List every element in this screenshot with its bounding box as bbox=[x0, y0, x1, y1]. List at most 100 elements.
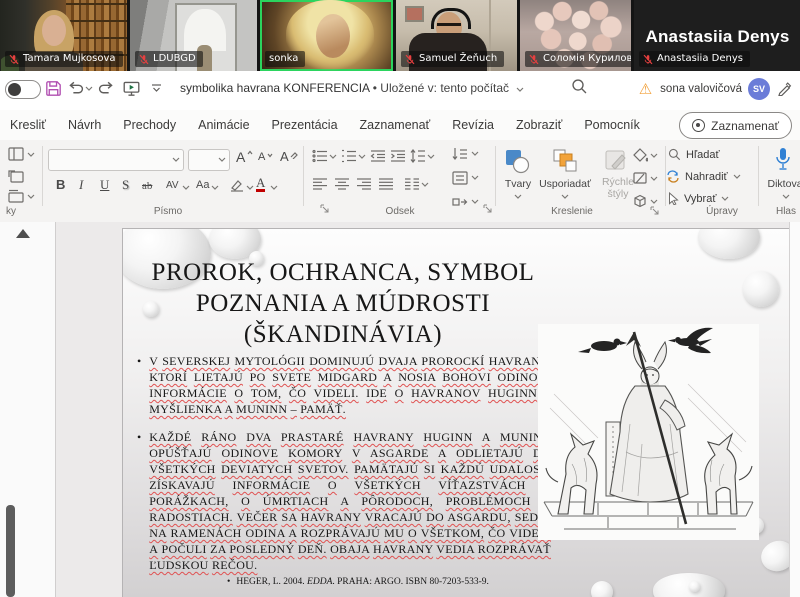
line-spacing-dropdown-icon[interactable] bbox=[427, 154, 435, 159]
shape-outline-icon[interactable] bbox=[632, 171, 648, 185]
search-button[interactable] bbox=[571, 78, 588, 95]
autosave-toggle[interactable] bbox=[5, 80, 41, 99]
clear-formatting-button[interactable]: A bbox=[280, 149, 289, 164]
participant-tile[interactable]: Tamara Mujkosova bbox=[0, 0, 127, 71]
arrange-dropdown-icon[interactable] bbox=[561, 194, 569, 199]
inking-button[interactable] bbox=[774, 78, 794, 98]
text-shadow-button[interactable]: S bbox=[122, 177, 129, 193]
shapes-dropdown-icon[interactable] bbox=[514, 194, 522, 199]
record-button[interactable]: Zaznamenať bbox=[679, 112, 792, 139]
undo-button[interactable] bbox=[65, 78, 85, 98]
warning-icon[interactable]: ⚠ bbox=[639, 82, 652, 97]
align-left-icon[interactable] bbox=[312, 177, 328, 191]
effects-dropdown-icon[interactable] bbox=[650, 199, 658, 204]
tab-kreslit[interactable]: Kresliť bbox=[0, 118, 57, 132]
slide-thumbnails-pane[interactable] bbox=[0, 222, 56, 597]
spacing-dropdown-icon[interactable] bbox=[182, 185, 190, 190]
participant-tile[interactable]: Соломія Курилович bbox=[520, 0, 631, 71]
tab-zobrazit[interactable]: Zobraziť bbox=[505, 118, 573, 132]
reset-slide-button[interactable] bbox=[8, 169, 24, 183]
align-text-icon[interactable] bbox=[452, 171, 468, 185]
shrink-font-button[interactable]: A bbox=[258, 151, 265, 163]
dictate-dropdown-icon[interactable] bbox=[782, 194, 790, 199]
chevron-down-icon[interactable] bbox=[516, 87, 524, 92]
start-slideshow-button[interactable] bbox=[121, 78, 141, 98]
font-color-dropdown-icon[interactable] bbox=[270, 185, 278, 190]
slide-bullet-paragraph[interactable]: • KAŽDÉ RÁNO DVA PRASTARÉ HAVRANY HUGINN… bbox=[137, 429, 551, 573]
drawing-dialog-launcher[interactable] bbox=[650, 206, 660, 216]
outline-dropdown-icon[interactable] bbox=[650, 176, 658, 181]
align-center-icon[interactable] bbox=[334, 177, 350, 191]
align-right-icon[interactable] bbox=[356, 177, 372, 191]
layout-dropdown-icon[interactable] bbox=[27, 152, 35, 157]
scroll-up-arrow[interactable] bbox=[16, 229, 30, 238]
shape-fill-icon[interactable] bbox=[632, 148, 648, 162]
select-button[interactable]: Vybrať bbox=[668, 192, 729, 205]
bullets-dropdown-icon[interactable] bbox=[329, 154, 337, 159]
shapes-button[interactable]: Tvary bbox=[497, 178, 539, 190]
line-spacing-icon[interactable] bbox=[410, 149, 426, 163]
decrease-indent-icon[interactable] bbox=[370, 149, 386, 163]
participant-tile[interactable]: LDUBGD bbox=[130, 0, 257, 71]
dictate-mic-icon[interactable] bbox=[774, 147, 792, 173]
account-username[interactable]: sona valovičová bbox=[660, 83, 742, 95]
font-dialog-launcher[interactable] bbox=[320, 204, 330, 214]
thumbnails-scrollbar-thumb[interactable] bbox=[6, 505, 15, 597]
avatar[interactable]: SV bbox=[748, 78, 770, 100]
numbered-list-icon[interactable] bbox=[341, 149, 357, 163]
document-title[interactable]: symbolika havrana KONFERENCIA • Uložené … bbox=[180, 81, 524, 95]
columns-dropdown-icon[interactable] bbox=[421, 182, 429, 187]
shapes-icon[interactable] bbox=[504, 148, 530, 174]
slide-citation[interactable]: • HEGER, L. 2004. EDDA. PRAHA: ARGO. ISB… bbox=[227, 576, 713, 588]
italic-button[interactable]: I bbox=[79, 177, 83, 193]
align-text-dropdown-icon[interactable] bbox=[471, 175, 479, 180]
underline-button[interactable]: U bbox=[100, 177, 109, 193]
quick-styles-icon[interactable] bbox=[604, 148, 630, 174]
dictate-button[interactable]: Diktovať bbox=[762, 178, 800, 190]
font-color-button[interactable]: A bbox=[256, 177, 265, 192]
strikethrough-button[interactable]: ab bbox=[142, 180, 152, 192]
shape-effects-icon[interactable] bbox=[632, 194, 648, 208]
tab-animacie[interactable]: Animácie bbox=[187, 118, 260, 132]
slide-layout-button[interactable] bbox=[8, 147, 24, 161]
tab-navrh[interactable]: Návrh bbox=[57, 118, 112, 132]
tab-prechody[interactable]: Prechody bbox=[112, 118, 187, 132]
participant-tile-active-speaker[interactable]: sonka bbox=[260, 0, 393, 71]
replace-button[interactable]: Nahradiť bbox=[666, 170, 741, 183]
tab-prezentacia[interactable]: Prezentácia bbox=[261, 118, 349, 132]
justify-icon[interactable] bbox=[378, 177, 394, 191]
highlight-pen-icon[interactable] bbox=[230, 178, 245, 192]
tab-revizia[interactable]: Revízia bbox=[441, 118, 505, 132]
slide-canvas[interactable]: PROROK, OCHRANCA, SYMBOL POZNANIA A MÚDR… bbox=[122, 228, 791, 597]
find-button[interactable]: Hľadať bbox=[668, 148, 720, 161]
highlight-dropdown-icon[interactable] bbox=[246, 185, 254, 190]
bold-button[interactable]: B bbox=[56, 177, 65, 192]
character-spacing-button[interactable]: AV bbox=[166, 180, 179, 191]
slide-bullet-paragraph[interactable]: • V SEVERSKEJ MYTOLÓGII DOMINUJÚ DVAJA P… bbox=[137, 353, 551, 417]
smartart-dropdown-icon[interactable] bbox=[471, 199, 479, 204]
tab-zaznamenat[interactable]: Zaznamenať bbox=[349, 118, 442, 132]
vertical-scrollbar[interactable] bbox=[789, 222, 800, 597]
font-name-combobox[interactable] bbox=[48, 149, 184, 171]
section-button[interactable] bbox=[8, 189, 24, 203]
change-case-button[interactable]: Aa bbox=[196, 179, 209, 191]
save-button[interactable] bbox=[43, 78, 63, 98]
paragraph-dialog-launcher[interactable] bbox=[483, 204, 493, 214]
case-dropdown-icon[interactable] bbox=[211, 185, 219, 190]
arrange-icon[interactable] bbox=[552, 148, 578, 174]
font-size-combobox[interactable] bbox=[188, 149, 230, 171]
slide-title[interactable]: PROROK, OCHRANCA, SYMBOL POZNANIA A MÚDR… bbox=[131, 257, 555, 350]
undo-dropdown-icon[interactable] bbox=[85, 86, 93, 91]
tab-pomocnik[interactable]: Pomocník bbox=[573, 118, 651, 132]
fill-dropdown-icon[interactable] bbox=[650, 153, 658, 158]
bullet-list-icon[interactable] bbox=[312, 149, 328, 163]
arrange-button[interactable]: Usporiadať bbox=[536, 178, 594, 190]
convert-smartart-icon[interactable] bbox=[452, 195, 468, 209]
redo-button[interactable] bbox=[96, 78, 116, 98]
increase-indent-icon[interactable] bbox=[390, 149, 406, 163]
participant-tile[interactable]: Samuel Žeňuch bbox=[396, 0, 517, 71]
text-direction-dropdown-icon[interactable] bbox=[471, 151, 479, 156]
odin-engraving-image[interactable] bbox=[538, 324, 759, 540]
grow-font-button[interactable]: A bbox=[236, 149, 245, 165]
section-dropdown-icon[interactable] bbox=[27, 194, 35, 199]
